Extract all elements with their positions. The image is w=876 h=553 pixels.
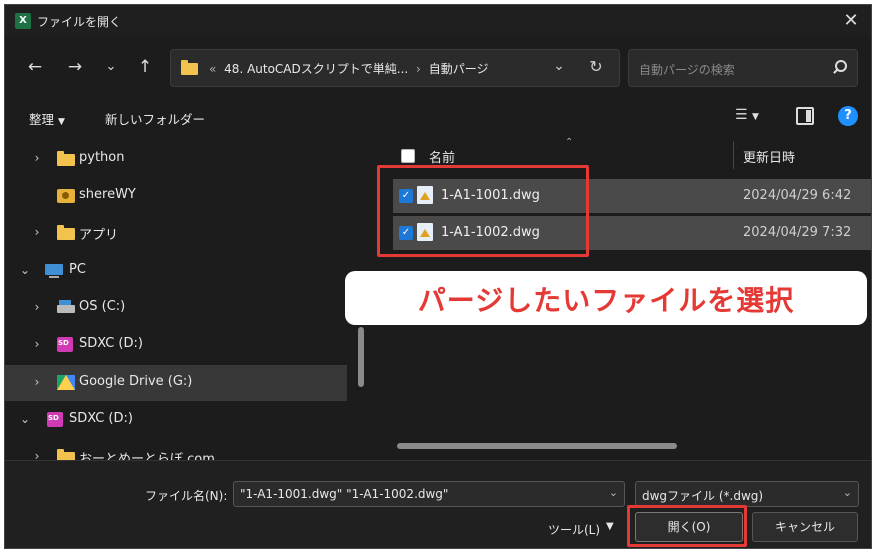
help-icon[interactable]: ? (838, 106, 858, 126)
sidebar-item-label: PC (69, 262, 86, 277)
filetype-value: dwgファイル (*.dwg) (642, 489, 764, 503)
sd-card-icon (47, 412, 63, 427)
filename-value: "1-A1-1001.dwg" "1-A1-1002.dwg" (240, 487, 449, 501)
file-open-dialog: X ファイルを開く ✕ ← → ⌄ ↑ « 48. AutoCADスクリプトで単… (4, 4, 872, 549)
file-date: 2024/04/29 7:32 (743, 225, 852, 240)
breadcrumb-separator-icon[interactable]: › (416, 62, 421, 76)
search-icon[interactable] (831, 60, 847, 76)
sidebar-scrollbar-thumb[interactable] (358, 327, 364, 387)
view-options-button[interactable]: ☰ ▼ (735, 107, 771, 127)
sidebar-item-pc[interactable]: ⌄ PC (5, 253, 347, 289)
excel-icon: X (15, 13, 31, 29)
chevron-down-icon[interactable]: ⌄ (609, 486, 618, 499)
breadcrumb: « 48. AutoCADスクリプトで単純... › 自動パージ (205, 60, 488, 77)
chevron-down-icon: ▼ (752, 112, 759, 122)
chevron-down-icon[interactable]: ⌄ (19, 263, 31, 277)
chevron-right-icon[interactable]: › (31, 300, 43, 314)
sidebar-item-label: SDXC (D:) (69, 411, 133, 426)
file-list-horizontal-scrollbar[interactable] (397, 443, 677, 449)
folder-icon (57, 449, 75, 460)
breadcrumb-overflow[interactable]: « (209, 62, 216, 76)
up-arrow-icon[interactable]: ↑ (133, 55, 157, 79)
sidebar-item-label: OS (C:) (79, 299, 126, 314)
sidebar-item-label: shereWY (79, 187, 136, 202)
column-header-name[interactable]: 名前 (429, 147, 455, 166)
address-dropdown-chevron-icon[interactable]: ⌄ (549, 58, 569, 78)
cancel-button[interactable]: キャンセル (752, 512, 858, 542)
breadcrumb-item-current[interactable]: 自動パージ (429, 62, 489, 76)
sidebar-item-label: Google Drive (G:) (79, 374, 193, 389)
window-title: ファイルを開く (37, 15, 122, 29)
sd-card-icon (57, 337, 73, 352)
sidebar-item-automate-lab[interactable]: › おーとめーとらぼ.com (5, 439, 347, 460)
sort-ascending-icon: ⌃ (565, 137, 574, 148)
column-header-date[interactable]: 更新日時 (743, 147, 795, 166)
navigation-bar: ← → ⌄ ↑ « 48. AutoCADスクリプトで単純... › 自動パージ… (5, 37, 871, 97)
sidebar-item-sdxc-d[interactable]: › SDXC (D:) (5, 327, 347, 363)
organize-label: 整理 (29, 112, 55, 127)
chevron-right-icon[interactable]: › (31, 375, 43, 389)
sidebar-item-label: python (79, 150, 125, 165)
preview-pane-icon[interactable] (796, 107, 814, 125)
drive-icon (57, 300, 75, 313)
list-view-icon: ☰ (735, 107, 748, 123)
search-input[interactable]: 自動パージの検索 (628, 49, 858, 87)
file-selection-highlight (377, 165, 589, 257)
folder-icon (57, 225, 75, 240)
sidebar-item-python[interactable]: › python (5, 141, 347, 177)
title-bar: X ファイルを開く ✕ (5, 5, 871, 37)
instruction-callout: パージしたいファイルを選択 (345, 271, 867, 325)
tools-dropdown-icon[interactable]: ▼ (606, 521, 614, 532)
address-bar[interactable]: « 48. AutoCADスクリプトで単純... › 自動パージ ⌄ ↻ (170, 49, 620, 87)
filetype-select[interactable]: dwgファイル (*.dwg) ⌄ (635, 481, 859, 507)
folder-icon (57, 151, 75, 166)
organize-menu-button[interactable]: 整理 ▼ (29, 109, 65, 128)
sidebar-item-label: アプリ (79, 228, 119, 243)
forward-arrow-icon[interactable]: → (63, 55, 87, 79)
sidebar-item-label: おーとめーとらぼ.com (79, 452, 215, 460)
navigation-pane: › python shereWY › アプリ ⌄ PC › OS (C:) › … (5, 137, 357, 460)
pc-icon (45, 264, 63, 278)
chevron-down-icon: ▼ (58, 117, 65, 127)
close-icon[interactable]: ✕ (839, 9, 863, 33)
select-all-checkbox[interactable] (401, 149, 415, 163)
chevron-right-icon[interactable]: › (31, 151, 43, 165)
sidebar-item-apps[interactable]: › アプリ (5, 215, 347, 251)
sidebar-item-label: SDXC (D:) (79, 336, 143, 351)
back-arrow-icon[interactable]: ← (23, 55, 47, 79)
sidebar-item-sdxc-d-root[interactable]: ⌄ SDXC (D:) (5, 402, 347, 438)
column-divider[interactable] (733, 141, 734, 169)
file-date: 2024/04/29 6:42 (743, 188, 852, 203)
recent-locations-chevron-icon[interactable]: ⌄ (99, 55, 123, 79)
tools-menu-button[interactable]: ツール(L) (548, 521, 600, 538)
new-folder-button[interactable]: 新しいフォルダー (105, 109, 205, 128)
chevron-right-icon[interactable]: › (31, 225, 43, 239)
sidebar-item-os-c[interactable]: › OS (C:) (5, 290, 347, 326)
search-placeholder: 自動パージの検索 (639, 63, 735, 77)
callout-text: パージしたいファイルを選択 (417, 284, 795, 317)
filename-label: ファイル名(N): (145, 489, 228, 503)
command-toolbar: 整理 ▼ 新しいフォルダー ☰ ▼ ? (5, 97, 871, 137)
google-drive-icon (57, 375, 75, 390)
shared-folder-icon (57, 189, 75, 203)
chevron-right-icon[interactable]: › (31, 337, 43, 351)
chevron-down-icon[interactable]: ⌄ (843, 486, 852, 499)
breadcrumb-item-parent[interactable]: 48. AutoCADスクリプトで単純... (224, 62, 408, 76)
filename-input[interactable]: "1-A1-1001.dwg" "1-A1-1002.dwg" ⌄ (233, 481, 625, 507)
chevron-down-icon[interactable]: ⌄ (19, 412, 31, 426)
chevron-right-icon[interactable]: › (31, 449, 43, 460)
refresh-icon[interactable]: ↻ (585, 57, 607, 79)
folder-icon (181, 60, 198, 75)
open-button-highlight (627, 505, 747, 547)
sidebar-item-google-drive[interactable]: › Google Drive (G:) (5, 365, 347, 401)
sidebar-item-sherewy[interactable]: shereWY (5, 178, 347, 214)
